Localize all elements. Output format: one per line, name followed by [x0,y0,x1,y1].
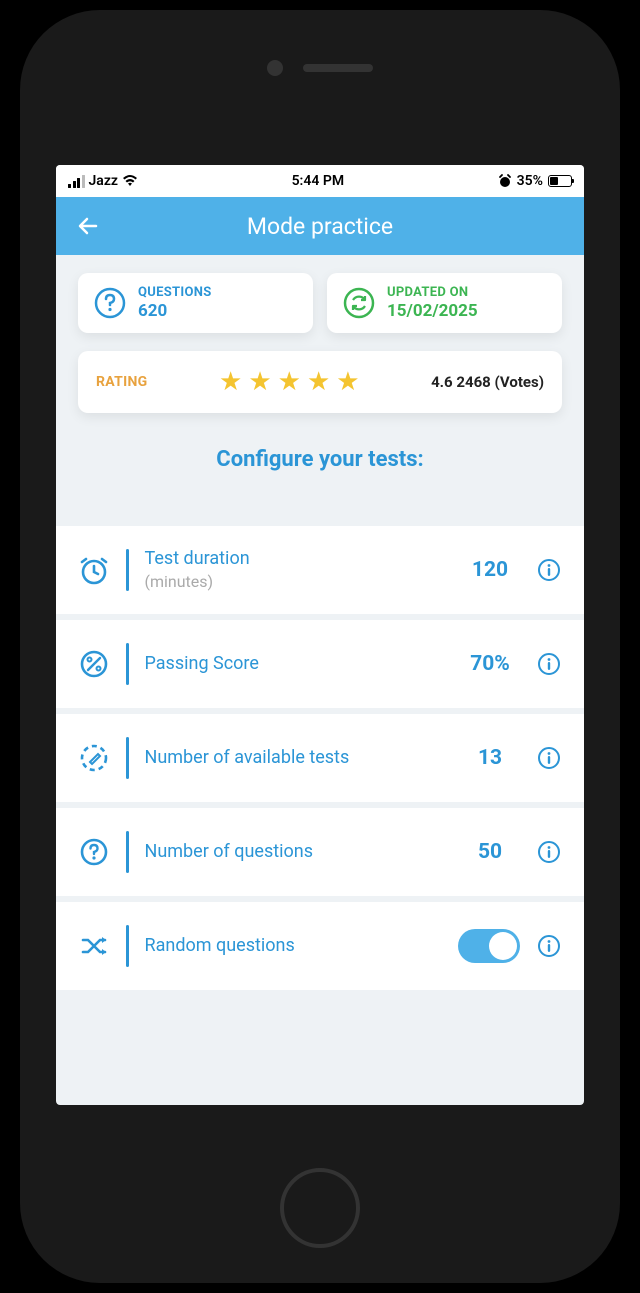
phone-frame: Jazz 5:44 PM 35% Mode practice [20,10,620,1283]
screen: Jazz 5:44 PM 35% Mode practice [56,165,584,1105]
row-value: 120 [460,558,520,582]
status-time: 5:44 PM [292,173,345,189]
phone-hardware-top [267,60,373,76]
rating-label: RATING [96,374,148,390]
app-header: Mode practice [56,197,584,255]
row-label: Random questions [145,934,443,957]
battery-icon [548,175,572,187]
status-bar: Jazz 5:44 PM 35% [56,165,584,197]
info-icon[interactable] [536,839,562,865]
star-icon: ★ [248,367,271,397]
rating-stars: ★ ★ ★ ★ ★ [160,367,420,397]
random-toggle[interactable] [458,929,520,963]
target-icon [78,742,110,774]
configure-heading: Configure your tests: [78,447,562,472]
refresh-icon [341,285,377,321]
home-button[interactable] [280,1168,360,1248]
star-icon: ★ [219,367,242,397]
clock-icon [78,554,110,586]
questions-card[interactable]: QUESTIONS 620 [78,273,313,333]
divider [126,831,129,873]
divider [126,549,129,591]
row-random-questions[interactable]: Random questions [56,902,584,990]
wifi-icon [122,175,138,187]
row-test-duration[interactable]: Test duration (minutes) 120 [56,526,584,614]
info-icon[interactable] [536,933,562,959]
questions-value: 620 [138,301,212,321]
row-passing-score[interactable]: Passing Score 70% [56,620,584,708]
divider [126,643,129,685]
back-button[interactable] [76,209,110,243]
battery-pct: 35% [517,173,543,189]
row-available-tests[interactable]: Number of available tests 13 [56,714,584,802]
divider [126,925,129,967]
percent-icon [78,648,110,680]
star-icon: ★ [336,367,359,397]
signal-icon [68,175,85,188]
rating-card[interactable]: RATING ★ ★ ★ ★ ★ 4.6 2468 (Votes) [78,351,562,413]
questions-label: QUESTIONS [138,285,212,300]
updated-card[interactable]: UPDATED ON 15/02/2025 [327,273,562,333]
question-icon [92,285,128,321]
alarm-icon [498,174,512,188]
updated-value: 15/02/2025 [387,301,478,321]
question-icon [78,836,110,868]
updated-label: UPDATED ON [387,285,478,300]
page-title: Mode practice [247,213,393,240]
carrier-label: Jazz [89,173,118,189]
config-list: Test duration (minutes) 120 Passing Scor… [56,526,584,990]
summary-section: QUESTIONS 620 UPDATED ON 15/02/2025 RATI… [56,255,584,526]
star-icon: ★ [278,367,301,397]
shuffle-icon [78,930,110,962]
row-label: Number of available tests [145,746,445,769]
row-label: Number of questions [145,840,445,863]
info-icon[interactable] [536,745,562,771]
row-label: Test duration (minutes) [145,547,445,594]
row-value: 70% [460,652,520,676]
info-icon[interactable] [536,557,562,583]
star-icon: ★ [307,367,330,397]
divider [126,737,129,779]
row-value: 13 [460,746,520,770]
row-label: Passing Score [145,652,445,675]
info-icon[interactable] [536,651,562,677]
row-number-questions[interactable]: Number of questions 50 [56,808,584,896]
row-value: 50 [460,840,520,864]
rating-text: 4.6 2468 (Votes) [431,373,544,391]
